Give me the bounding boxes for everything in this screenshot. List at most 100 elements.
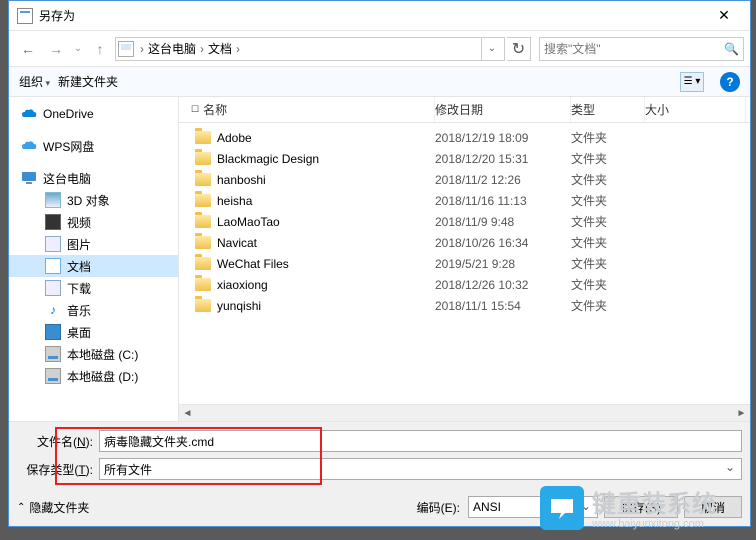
- back-button[interactable]: ←: [15, 36, 41, 62]
- sidebar-item-onedrive[interactable]: OneDrive: [9, 103, 178, 125]
- sidebar-item-pc[interactable]: 这台电脑: [9, 167, 178, 189]
- folder-icon: [195, 236, 211, 249]
- filetype-dropdown[interactable]: 所有文件: [99, 458, 742, 480]
- folder-icon: [195, 215, 211, 228]
- footer: ⌃ 隐藏文件夹 编码(E): ANSI 保存(S) 取消: [9, 492, 750, 526]
- chevron-up-icon: ⌃: [17, 502, 25, 513]
- sidebar-label: 下载: [67, 280, 91, 297]
- cancel-button[interactable]: 取消: [684, 496, 742, 518]
- sidebar-item-video[interactable]: 视频: [9, 211, 178, 233]
- view-details-button[interactable]: ☰ ▾: [680, 72, 704, 92]
- sidebar-item-images[interactable]: 图片: [9, 233, 178, 255]
- file-name: Navicat: [217, 236, 257, 250]
- file-date: 2018/12/20 15:31: [435, 152, 571, 166]
- body: OneDrive WPS网盘 这台电脑 3D 对象 视频 图片 文档 下载 ♪音…: [9, 97, 750, 421]
- file-name: LaoMaoTao: [217, 215, 280, 229]
- table-row[interactable]: Adobe2018/12/19 18:09文件夹: [179, 127, 750, 148]
- hide-folders-label: 隐藏文件夹: [29, 499, 89, 516]
- download-icon: [45, 280, 61, 296]
- sidebar-label: WPS网盘: [43, 138, 94, 155]
- file-date: 2018/11/2 12:26: [435, 173, 571, 187]
- header-name[interactable]: ☐名称: [179, 97, 435, 122]
- main-panel: ☐名称 修改日期 类型 大小 Adobe 2018/12/19 18:09 文件夹 B…: [179, 97, 750, 421]
- new-folder-button[interactable]: 新建文件夹: [58, 73, 118, 90]
- form-area: 文件名(N): 保存类型(T): 所有文件: [9, 421, 750, 492]
- header-size[interactable]: 大小: [645, 97, 746, 122]
- sidebar-label: 视频: [67, 214, 91, 231]
- sidebar-item-downloads[interactable]: 下载: [9, 277, 178, 299]
- path-dropdown[interactable]: ⌄: [481, 38, 502, 60]
- file-type: 文件夹: [571, 234, 645, 251]
- view-mode: ☰ ▾: [680, 72, 704, 92]
- sidebar-label: 图片: [67, 236, 91, 253]
- sidebar-item-wps[interactable]: WPS网盘: [9, 135, 178, 157]
- folder-icon: [195, 152, 211, 165]
- folder-icon: [195, 299, 211, 312]
- file-name: Adobe: [217, 131, 252, 145]
- history-dropdown[interactable]: ⌄: [71, 43, 85, 54]
- sidebar-item-desktop[interactable]: 桌面: [9, 321, 178, 343]
- table-row[interactable]: Blackmagic Design2018/12/20 15:31文件夹: [179, 148, 750, 169]
- h-scrollbar[interactable]: ◄►: [179, 404, 750, 421]
- file-type: 文件夹: [571, 171, 645, 188]
- address-bar[interactable]: › 这台电脑 › 文档 › ⌄: [115, 37, 505, 61]
- forward-button[interactable]: →: [43, 36, 69, 62]
- file-list[interactable]: Adobe 2018/12/19 18:09 文件夹 Blackmagic Desig…: [179, 123, 750, 404]
- close-button[interactable]: ✕: [702, 2, 746, 30]
- hide-folders-toggle[interactable]: ⌃ 隐藏文件夹: [17, 499, 89, 516]
- app-icon: [17, 8, 33, 24]
- sidebar-item-disk-c[interactable]: 本地磁盘 (C:): [9, 343, 178, 365]
- save-as-dialog: 另存为 ✕ ← → ⌄ ↑ › 这台电脑 › 文档 › ⌄ ↻ 搜索"文档" 🔍…: [8, 0, 751, 527]
- sidebar-label: 桌面: [67, 324, 91, 341]
- organize-button[interactable]: 组织: [19, 73, 50, 90]
- column-headers: ☐名称 修改日期 类型 大小: [179, 97, 750, 123]
- breadcrumb-1[interactable]: 这台电脑: [146, 40, 198, 57]
- folder-icon: [195, 194, 211, 207]
- save-button[interactable]: 保存(S): [604, 496, 678, 518]
- up-button[interactable]: ↑: [87, 36, 113, 62]
- file-date: 2018/12/26 10:32: [435, 278, 571, 292]
- breadcrumb-2[interactable]: 文档: [206, 40, 234, 57]
- sidebar-label: 音乐: [67, 302, 91, 319]
- file-date: 2018/10/26 16:34: [435, 236, 571, 250]
- doc-icon: [45, 258, 61, 274]
- table-row[interactable]: heisha2018/11/16 11:13文件夹: [179, 190, 750, 211]
- filename-input[interactable]: [99, 430, 742, 452]
- help-icon[interactable]: ?: [720, 72, 740, 92]
- table-row[interactable]: hanboshi 2018/11/2 12:26文件夹: [179, 169, 750, 190]
- table-row[interactable]: xiaoxiong2018/12/26 10:32文件夹: [179, 274, 750, 295]
- sidebar-item-music[interactable]: ♪音乐: [9, 299, 178, 321]
- header-date[interactable]: 修改日期: [435, 97, 571, 122]
- onedrive-icon: [21, 106, 37, 122]
- image-icon: [45, 236, 61, 252]
- file-date: 2018/11/16 11:13: [435, 194, 571, 208]
- filetype-row: 保存类型(T): 所有文件: [17, 458, 742, 480]
- table-row[interactable]: Navicat 2018/10/26 16:34文件夹: [179, 232, 750, 253]
- sidebar: OneDrive WPS网盘 这台电脑 3D 对象 视频 图片 文档 下载 ♪音…: [9, 97, 179, 421]
- file-name: Blackmagic Design: [217, 152, 319, 166]
- file-type: 文件夹: [571, 276, 645, 293]
- sidebar-label: 这台电脑: [43, 170, 91, 187]
- file-name: yunqishi: [217, 299, 261, 313]
- breadcrumb-sep: ›: [138, 42, 146, 56]
- breadcrumb-sep: ›: [198, 42, 206, 56]
- file-date: 2018/12/19 18:09: [435, 131, 571, 145]
- sidebar-item-docs[interactable]: 文档: [9, 255, 178, 277]
- sidebar-item-disk-d[interactable]: 本地磁盘 (D:): [9, 365, 178, 387]
- folder-icon: [195, 257, 211, 270]
- file-name: hanboshi: [217, 173, 266, 187]
- file-type: 文件夹: [571, 255, 645, 272]
- table-row[interactable]: yunqishi2018/11/1 15:54文件夹: [179, 295, 750, 316]
- refresh-button[interactable]: ↻: [507, 37, 531, 61]
- file-date: 2018/11/9 9:48: [435, 215, 571, 229]
- titlebar: 另存为 ✕: [9, 1, 750, 31]
- header-type[interactable]: 类型: [571, 97, 645, 122]
- sidebar-label: 本地磁盘 (C:): [67, 346, 138, 363]
- video-icon: [45, 214, 61, 230]
- sidebar-item-3d[interactable]: 3D 对象: [9, 189, 178, 211]
- table-row[interactable]: LaoMaoTao2018/11/9 9:48文件夹: [179, 211, 750, 232]
- filename-row: 文件名(N):: [17, 430, 742, 452]
- encoding-dropdown[interactable]: ANSI: [468, 496, 598, 518]
- table-row[interactable]: WeChat Files2019/5/21 9:28文件夹: [179, 253, 750, 274]
- search-input[interactable]: 搜索"文档" 🔍: [539, 37, 744, 61]
